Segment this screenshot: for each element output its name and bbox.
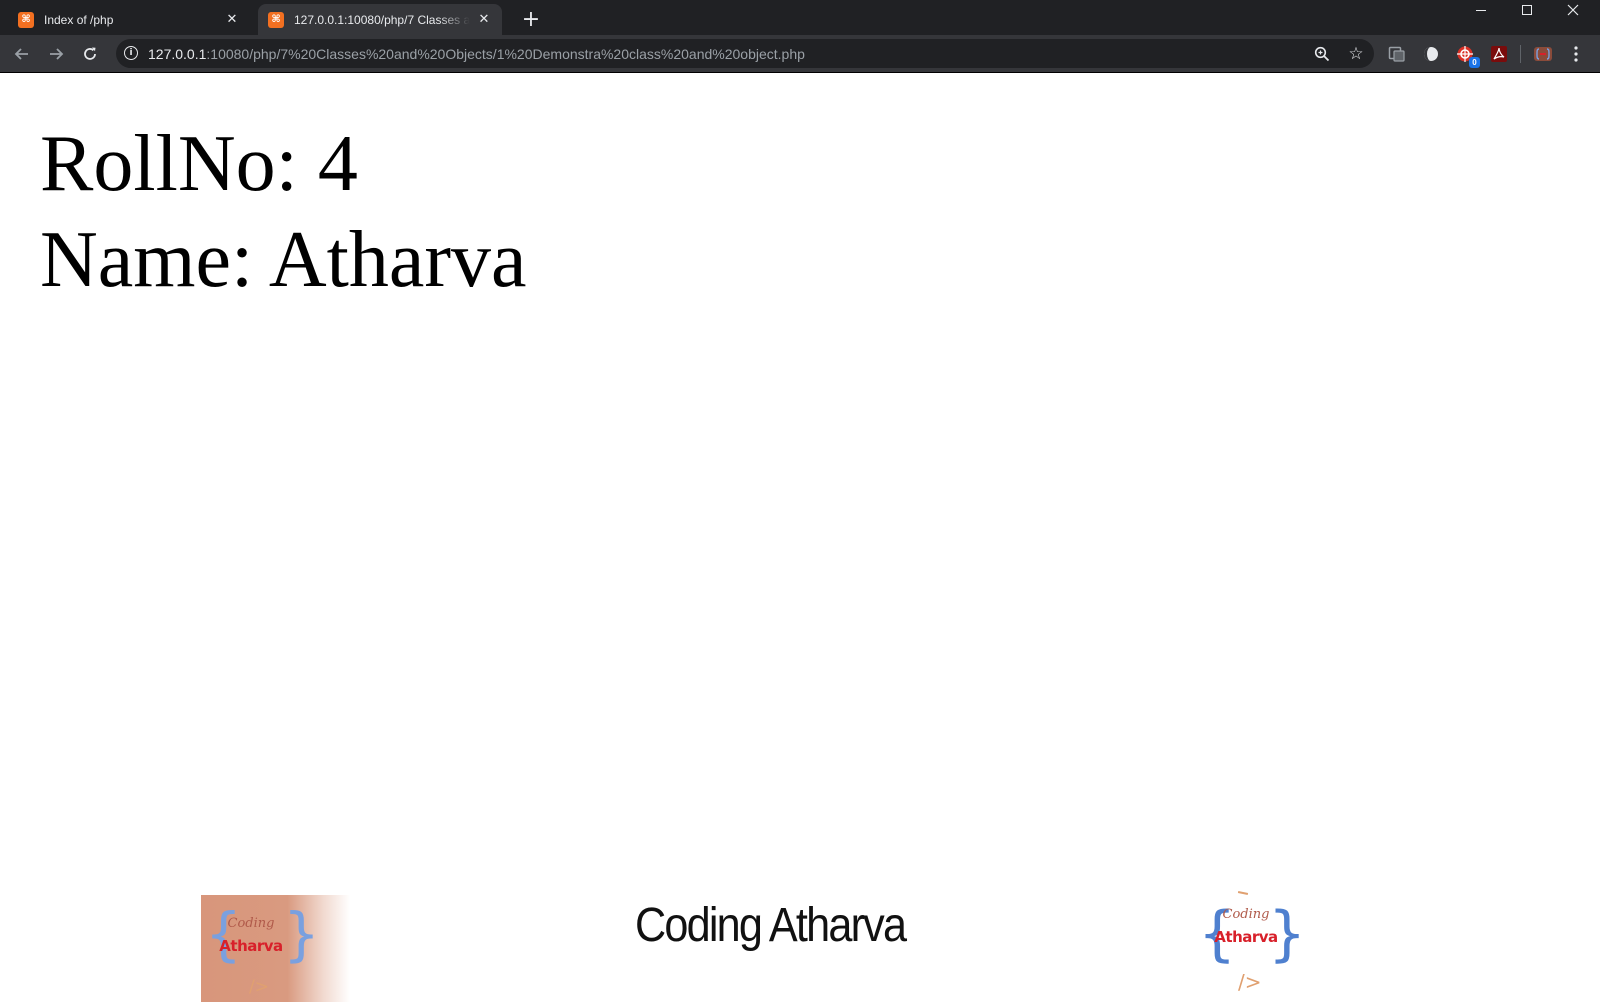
browser-toolbar: i 127.0.0.1:10080/php/7%20Classes%20and%… bbox=[0, 35, 1600, 73]
magnifier-icon bbox=[1314, 46, 1330, 62]
toolbar-separator bbox=[1520, 45, 1521, 63]
logo-coding-text: Coding bbox=[1222, 907, 1270, 922]
contrast-icon bbox=[1424, 47, 1438, 61]
bookmark-star-icon[interactable]: ☆ bbox=[1346, 44, 1366, 64]
extension-translate-icon[interactable] bbox=[1387, 44, 1407, 64]
coding-atharva-logo: { } Coding Atharva /> bbox=[1196, 890, 1306, 1004]
new-tab-button[interactable]: + bbox=[518, 6, 544, 32]
coding-atharva-avatar-icon bbox=[1534, 47, 1552, 61]
brace-right-icon: } bbox=[283, 900, 320, 968]
rollno-text: RollNo: 4 bbox=[40, 120, 358, 208]
maximize-icon bbox=[1522, 5, 1532, 15]
tab-title: 127.0.0.1:10080/php/7 Classes and Object… bbox=[294, 12, 470, 27]
minimize-icon bbox=[1476, 9, 1486, 11]
address-bar[interactable]: i 127.0.0.1:10080/php/7%20Classes%20and%… bbox=[116, 39, 1374, 68]
xampp-icon: ⌘ bbox=[18, 11, 34, 28]
logo-coding-text: Coding bbox=[227, 916, 275, 931]
reload-button[interactable] bbox=[76, 40, 104, 68]
translate-icon bbox=[1388, 46, 1405, 62]
tab-active-page[interactable]: ⌘ 127.0.0.1:10080/php/7 Classes and Obje… bbox=[258, 4, 502, 35]
zoom-icon[interactable] bbox=[1312, 44, 1332, 64]
close-icon bbox=[1567, 4, 1579, 16]
tab-index-of-php[interactable]: ⌘ Index of /php ✕ bbox=[8, 4, 250, 35]
coding-atharva-wordmark: Coding Atharva bbox=[635, 899, 907, 952]
profile-avatar[interactable] bbox=[1533, 44, 1553, 64]
close-icon[interactable]: ✕ bbox=[224, 12, 240, 28]
logo-accent-mark bbox=[1237, 890, 1249, 896]
extension-dark-mode-icon[interactable] bbox=[1421, 44, 1441, 64]
extension-counter-icon[interactable]: 0 bbox=[1455, 44, 1480, 68]
arrow-left-icon bbox=[14, 48, 28, 60]
name-text: Name: Atharva bbox=[40, 216, 527, 304]
window-close-button[interactable] bbox=[1550, 0, 1596, 20]
maximize-button[interactable] bbox=[1504, 0, 1550, 20]
more-vert-icon bbox=[1574, 46, 1578, 62]
logo-name-text: Atharva bbox=[1214, 928, 1278, 946]
url-host: 127.0.0.1 bbox=[148, 46, 207, 62]
extension-badge: 0 bbox=[1469, 57, 1480, 68]
page-content: RollNo: 4 Name: Atharva { } Coding Athar… bbox=[0, 74, 1600, 1008]
tab-strip: ⌘ Index of /php ✕ ⌘ 127.0.0.1:10080/php/… bbox=[0, 0, 1600, 35]
forward-button[interactable] bbox=[42, 40, 70, 68]
logo-tag-text: /> bbox=[249, 977, 269, 997]
site-info-icon[interactable]: i bbox=[124, 46, 138, 60]
url-text[interactable]: 127.0.0.1:10080/php/7%20Classes%20and%20… bbox=[148, 46, 805, 62]
coding-atharva-logo-faded: { } Coding Atharva /> bbox=[201, 895, 350, 1002]
xampp-icon: ⌘ bbox=[268, 11, 284, 28]
browser-menu-button[interactable] bbox=[1566, 44, 1586, 64]
arrow-right-icon bbox=[50, 48, 64, 60]
minimize-button[interactable] bbox=[1458, 0, 1504, 20]
logo-name-text: Atharva bbox=[219, 937, 283, 955]
extension-pdf-icon[interactable] bbox=[1489, 44, 1509, 64]
logo-tag-text: /> bbox=[1238, 970, 1262, 994]
back-button[interactable] bbox=[8, 40, 36, 68]
tab-title: Index of /php bbox=[44, 12, 114, 27]
acrobat-icon bbox=[1491, 46, 1507, 62]
close-icon[interactable]: ✕ bbox=[476, 12, 492, 28]
url-path: :10080/php/7%20Classes%20and%20Objects/1… bbox=[206, 46, 805, 62]
reload-icon bbox=[84, 47, 96, 60]
